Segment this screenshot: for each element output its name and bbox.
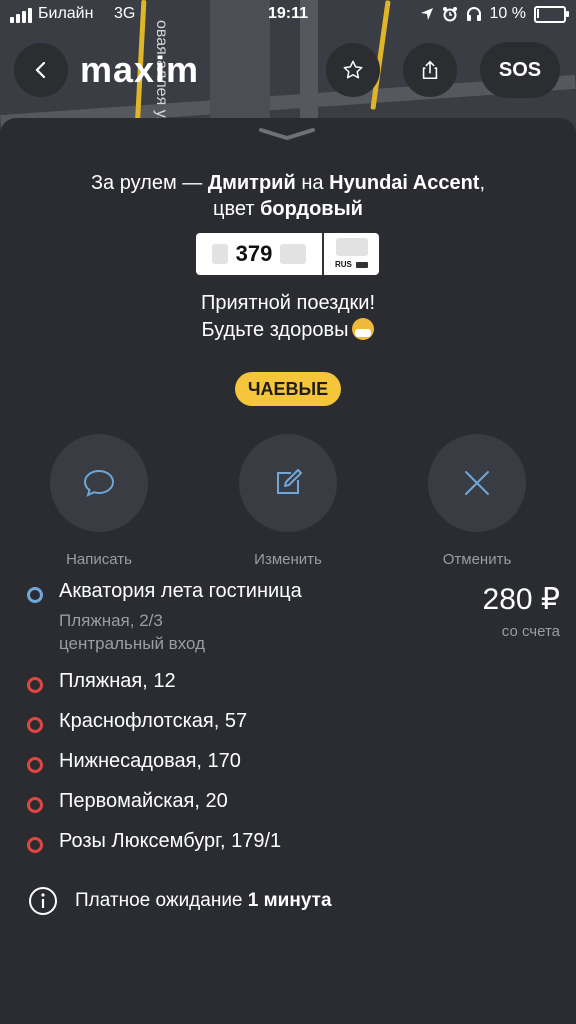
- stop-address: Нижнесадовая, 170: [59, 750, 241, 772]
- star-icon: [343, 60, 363, 79]
- stop-dot-icon: [27, 797, 43, 813]
- car-color: бордовый: [260, 198, 363, 220]
- alarm-icon: [442, 7, 457, 22]
- cancel-button[interactable]: [428, 434, 526, 532]
- edit-action[interactable]: Изменить: [218, 434, 358, 568]
- order-sheet: За рулем — Дмитрий на Hyundai Accent, цв…: [0, 118, 576, 1024]
- location-arrow-icon: [420, 8, 433, 20]
- plate-main: 379: [196, 233, 322, 275]
- plate-region: RUS: [324, 233, 379, 275]
- sos-button[interactable]: SOS: [480, 42, 560, 98]
- stop-address: Розы Люксембург, 179/1: [59, 830, 282, 852]
- plate-region-hidden: [336, 238, 368, 256]
- mask-face-icon: [352, 318, 375, 340]
- waiting-text: Платное ожидание: [75, 890, 248, 911]
- stop-address: Краснофлотская, 57: [59, 710, 248, 732]
- origin-address: Пляжная, 2/3: [59, 611, 163, 630]
- share-button[interactable]: [403, 43, 457, 97]
- driver-info: За рулем — Дмитрий на Hyundai Accent, цв…: [0, 170, 576, 222]
- price-amount: 280 ₽: [482, 583, 560, 616]
- stop-dot-icon: [27, 837, 43, 853]
- plate-number: 379: [235, 241, 273, 266]
- edit-button[interactable]: [239, 434, 337, 532]
- headphones-icon: [466, 7, 481, 21]
- stop-address: Первомайская, 20: [59, 790, 228, 812]
- driver-name: Дмитрий: [207, 172, 296, 194]
- write-button[interactable]: [50, 434, 148, 532]
- write-action[interactable]: Написать: [29, 434, 169, 568]
- info-icon: [29, 887, 57, 915]
- car-color-prefix: цвет: [213, 198, 261, 220]
- flag-icon: [356, 262, 368, 268]
- tips-button[interactable]: ЧАЕВЫЕ: [235, 372, 341, 406]
- cancel-action[interactable]: Отменить: [407, 434, 547, 568]
- cancel-label: Отменить: [442, 551, 512, 568]
- waiting-duration: 1 минута: [247, 890, 332, 911]
- car-model: Hyundai Accent: [329, 172, 480, 194]
- greeting: Приятной поездки! Будьте здоровы: [0, 290, 576, 344]
- back-button[interactable]: [14, 43, 68, 97]
- stop-dot-icon: [27, 717, 43, 733]
- license-plate: 379 RUS: [196, 233, 379, 275]
- stop-dot-icon: [27, 677, 43, 693]
- edit-icon: [277, 469, 302, 494]
- favorite-button[interactable]: [326, 43, 380, 97]
- sheet-handle[interactable]: [258, 126, 316, 147]
- driver-on: на: [295, 172, 330, 194]
- driver-prefix: За рулем —: [90, 172, 208, 194]
- paid-waiting-info: Платное ожидание 1 минута: [28, 886, 332, 916]
- battery-level: [537, 8, 539, 18]
- origin-dot-icon: [27, 587, 43, 603]
- stop-dot-icon: [27, 757, 43, 773]
- write-label: Написать: [66, 551, 132, 568]
- battery-icon: [534, 5, 569, 23]
- greeting-line2: Будьте здоровы: [201, 319, 349, 341]
- stop-address: Пляжная, 12: [59, 670, 176, 692]
- chevron-left-icon: [35, 61, 46, 79]
- battery-percent: 10 %: [489, 5, 526, 22]
- payment-method: со счета: [501, 623, 560, 640]
- chevron-down-icon: [259, 128, 315, 141]
- origin-title: Акватория лета гостиница: [59, 580, 302, 602]
- plate-region-label: RUS: [335, 260, 352, 269]
- maxim-logo: maxim: [80, 49, 200, 90]
- plate-letter-hidden: [211, 244, 228, 264]
- origin-entrance: центральный вход: [59, 634, 206, 653]
- driver-comma: ,: [479, 172, 486, 194]
- close-icon: [465, 471, 489, 495]
- status-right: 10 %: [420, 5, 569, 23]
- chat-icon: [83, 469, 115, 497]
- plate-letters-hidden: [280, 244, 307, 264]
- status-bar: Билайн 3G 19:11 10 %: [0, 0, 576, 30]
- edit-label: Изменить: [254, 551, 322, 568]
- share-icon: [422, 60, 438, 80]
- greeting-line1: Приятной поездки!: [200, 292, 376, 314]
